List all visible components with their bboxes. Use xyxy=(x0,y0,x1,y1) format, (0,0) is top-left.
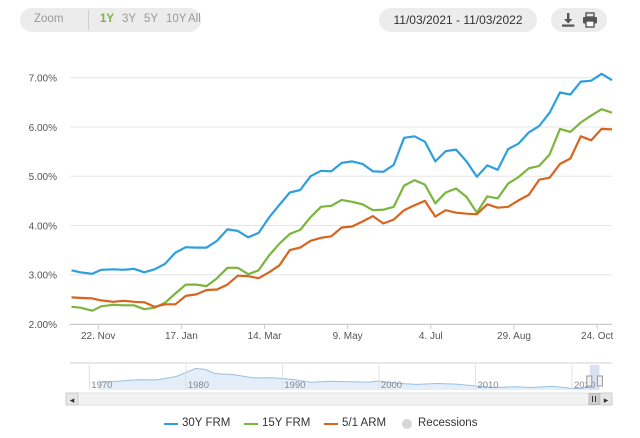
navigator-handle-left xyxy=(586,375,593,387)
y-tick-label: 6.00% xyxy=(29,123,57,134)
legend-label-30y: 30Y FRM xyxy=(182,417,231,429)
legend-item-5-1-arm[interactable]: 5/1 ARM xyxy=(324,416,410,432)
legend-item-30y-frm[interactable]: 30Y FRM xyxy=(164,416,250,432)
y-tick-label: 5.00% xyxy=(29,172,57,183)
navigator-year-label: 1980 xyxy=(188,380,209,391)
x-tick-label: 17. Jan xyxy=(165,331,198,342)
legend-label-arm: 5/1 ARM xyxy=(342,417,387,429)
legend: 30Y FRM 15Y FRM 5/1 ARM Recessions xyxy=(0,414,640,434)
scroll-right-arrow-icon: ▸ xyxy=(604,395,609,405)
series-line-5-1-arm xyxy=(71,127,613,308)
navigator-year-label: 1970 xyxy=(91,380,112,391)
navigator-scrollbar-track xyxy=(65,392,613,406)
y-tick-label: 2.00% xyxy=(29,320,57,331)
chart-area: 2.00% 3.00% 4.00% 5.00% 6.00% 7.00% 22. Nov 17… xyxy=(29,72,613,406)
x-tick-label: 22. Nov xyxy=(81,331,115,342)
legend-swatch-arm xyxy=(324,423,338,425)
legend-item-15y-frm[interactable]: 15Y FRM xyxy=(244,416,330,432)
x-tick-label: 29. Aug xyxy=(497,331,531,342)
series-line-30y-frm xyxy=(71,72,613,275)
navigator: 1970 1980 1990 2000 2010 2020◂ ▸ xyxy=(65,365,613,406)
navigator-year-label: 2000 xyxy=(381,380,402,391)
scroll-left-arrow-icon: ◂ xyxy=(70,395,75,405)
legend-swatch-recessions xyxy=(402,419,412,429)
scrollbar-thumb[interactable] xyxy=(588,393,600,405)
legend-label-15y: 15Y FRM xyxy=(262,417,311,429)
y-tick-label: 7.00% xyxy=(29,74,57,85)
x-tick-label: 9. May xyxy=(333,331,363,342)
x-tick-label: 14. Mar xyxy=(248,331,283,342)
y-axis-ticks: 2.00% 3.00% 4.00% 5.00% 6.00% 7.00% xyxy=(29,74,57,331)
legend-swatch-30y xyxy=(164,423,178,425)
legend-swatch-15y xyxy=(244,423,258,425)
legend-item-recessions[interactable]: Recessions xyxy=(400,416,500,432)
navigator-handle-right xyxy=(596,375,603,387)
legend-label-recessions: Recessions xyxy=(418,417,478,429)
navigator-year-label: 1990 xyxy=(284,380,305,391)
x-tick-label: 4. Jul xyxy=(419,331,443,342)
y-tick-label: 4.00% xyxy=(29,221,57,232)
navigator-year-label: 2010 xyxy=(477,380,498,391)
series-line-15y-frm xyxy=(71,108,613,312)
x-axis-ticks: 22. Nov 17. Jan 14. Mar 9. May 4. Jul 29. Aug… xyxy=(81,324,613,342)
y-tick-label: 3.00% xyxy=(29,271,57,282)
x-tick-label: 24. Oct xyxy=(581,331,613,342)
